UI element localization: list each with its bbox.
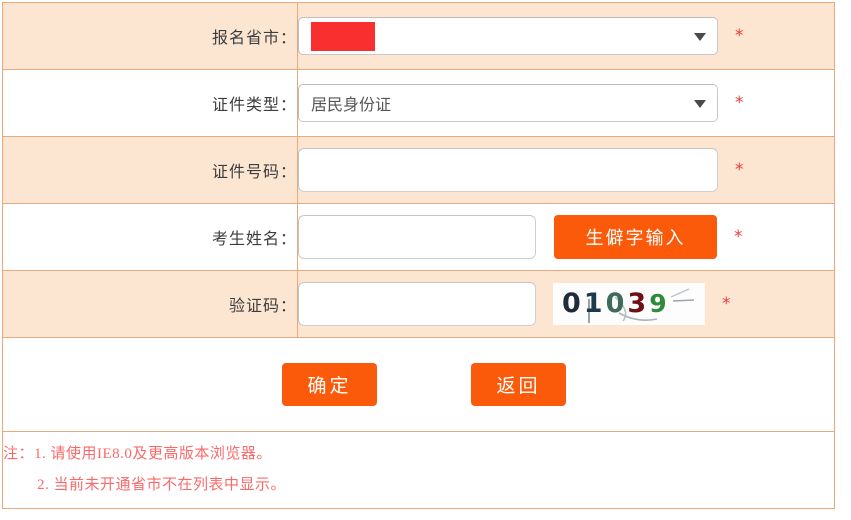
form-row-candidate-name: 考生姓名： 生僻字输入 * [2, 203, 835, 271]
form-row-actions: 确定 返回 [2, 337, 835, 432]
rare-character-input-button[interactable]: 生僻字输入 [554, 215, 717, 259]
label-doc-number: 证件号码： [2, 136, 298, 204]
required-asterisk: * [735, 92, 744, 113]
required-asterisk: * [734, 226, 743, 247]
label-doc-type: 证件类型： [2, 69, 298, 137]
chevron-down-icon [694, 100, 706, 108]
captcha-digit: 1 [583, 288, 606, 319]
note-text-1: 1. 请使用IE8.0及更高版本浏览器。 [34, 446, 272, 462]
note-line-1: 注：1. 请使用IE8.0及更高版本浏览器。 [3, 439, 834, 470]
label-candidate-name: 考生姓名： [2, 203, 298, 271]
back-button[interactable]: 返回 [471, 363, 566, 406]
field-candidate-name: 生僻字输入 * [297, 203, 835, 271]
registration-form-table: 报名省市： * 证件类型： 居民身份证 * 证件号码： * 考生姓名： 生僻字输… [2, 2, 835, 509]
province-select[interactable] [298, 17, 718, 55]
required-asterisk: * [735, 25, 744, 46]
action-buttons-cell: 确定 返回 [2, 337, 835, 432]
notes-prefix: 注： [3, 446, 35, 462]
doc-number-input[interactable] [298, 148, 718, 192]
notes-cell: 注：1. 请使用IE8.0及更高版本浏览器。 2. 当前未开通省市不在列表中显示… [2, 431, 835, 509]
province-value-redaction [311, 21, 375, 51]
note-line-2: 2. 当前未开通省市不在列表中显示。 [3, 470, 834, 501]
note-text-2: 2. 当前未开通省市不在列表中显示。 [37, 477, 287, 493]
captcha-input[interactable] [298, 282, 536, 326]
captcha-digit: 3 [627, 288, 650, 319]
label-province: 报名省市： [2, 2, 298, 70]
required-asterisk: * [722, 293, 731, 314]
form-row-notes: 注：1. 请使用IE8.0及更高版本浏览器。 2. 当前未开通省市不在列表中显示… [2, 431, 835, 509]
label-captcha: 验证码： [2, 270, 298, 338]
submit-button[interactable]: 确定 [282, 363, 377, 406]
registration-page: 报名省市： * 证件类型： 居民身份证 * 证件号码： * 考生姓名： 生僻字输… [0, 0, 851, 520]
captcha-digits: 01039 [562, 287, 670, 321]
field-province: * [297, 2, 835, 70]
form-row-captcha: 验证码： 01039 * [2, 270, 835, 338]
field-doc-number: * [297, 136, 835, 204]
doc-type-select-value: 居民身份证 [311, 97, 392, 114]
form-row-province: 报名省市： * [2, 2, 835, 70]
captcha-digit: 0 [562, 288, 584, 319]
doc-type-select[interactable]: 居民身份证 [298, 84, 718, 122]
required-asterisk: * [735, 159, 744, 180]
field-doc-type: 居民身份证 * [297, 69, 835, 137]
captcha-image[interactable]: 01039 [553, 283, 705, 325]
chevron-down-icon [694, 33, 706, 41]
captcha-digit: 0 [605, 288, 628, 319]
candidate-name-input[interactable] [298, 215, 536, 259]
captcha-digit: 9 [649, 289, 670, 318]
form-row-doc-number: 证件号码： * [2, 136, 835, 204]
form-row-doc-type: 证件类型： 居民身份证 * [2, 69, 835, 137]
field-captcha: 01039 * [297, 270, 835, 338]
